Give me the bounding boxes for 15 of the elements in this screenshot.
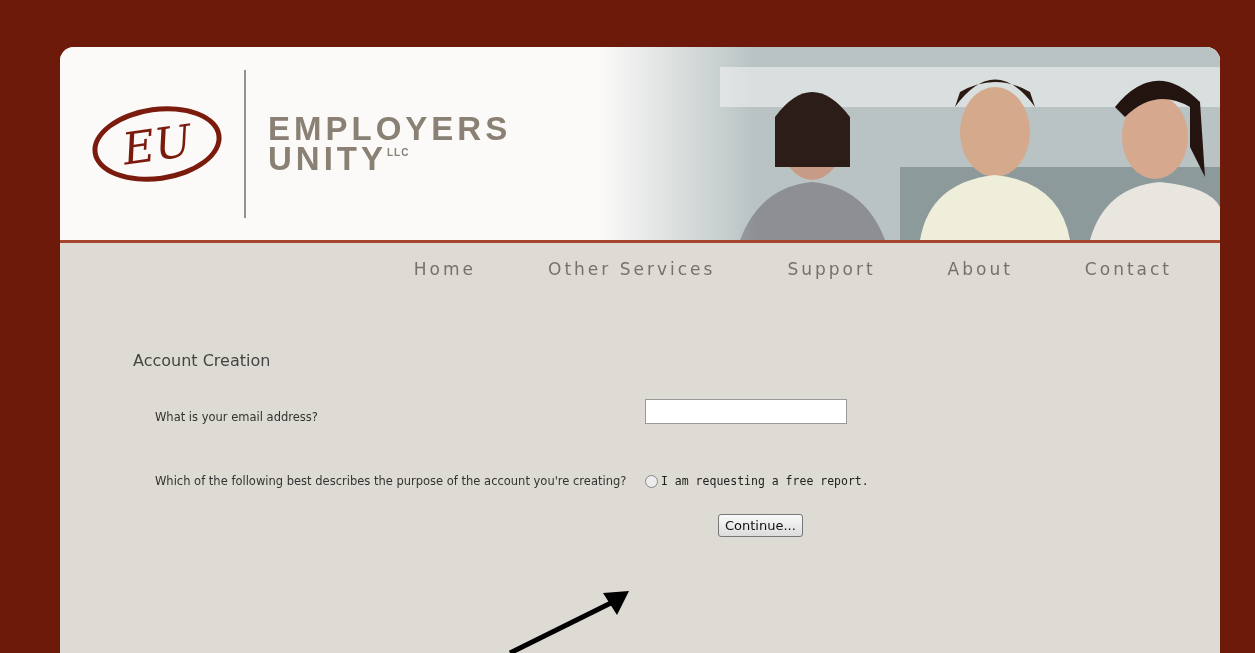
logo-suffix: LLC xyxy=(387,146,410,158)
logo-name: EMPLOYERS xyxy=(268,113,512,144)
form-title: Account Creation xyxy=(133,351,272,370)
email-field[interactable] xyxy=(645,398,847,424)
nav-link[interactable]: Support xyxy=(715,259,876,279)
nav-link[interactable]: Home xyxy=(341,259,477,279)
question-label: What is your email address? xyxy=(155,410,319,424)
radio-button[interactable] xyxy=(645,474,658,488)
logo-name: UNITY xyxy=(268,143,387,174)
question-label: Which of the following best describes the purpose of the account you're creating? xyxy=(155,474,628,488)
continue-button[interactable]: Continue... xyxy=(718,514,803,537)
nav-link[interactable]: About xyxy=(875,259,1013,279)
nav-link[interactable]: Contact xyxy=(1012,259,1172,279)
option-label[interactable]: I am requesting a free report. xyxy=(661,474,869,488)
nav-link[interactable]: Other Services xyxy=(476,259,716,279)
